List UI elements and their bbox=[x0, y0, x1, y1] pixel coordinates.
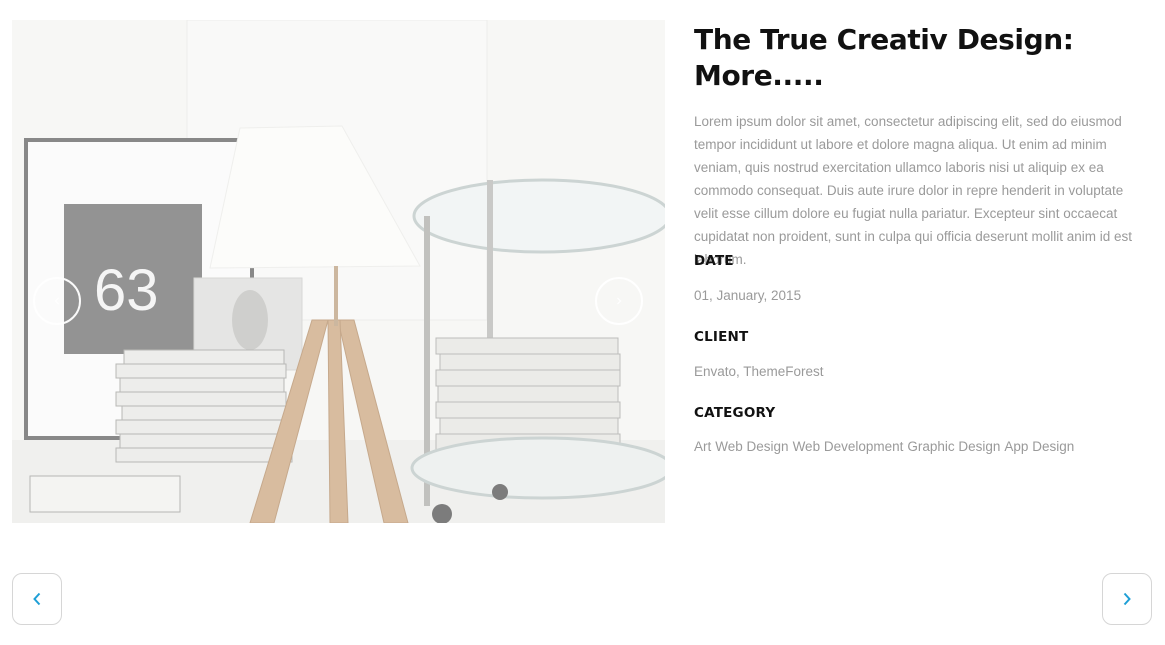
chevron-right-icon bbox=[1123, 592, 1131, 606]
client-label: CLIENT bbox=[694, 329, 749, 345]
category-tag[interactable]: Graphic Design bbox=[907, 439, 1000, 454]
previous-project-button[interactable] bbox=[12, 573, 62, 625]
project-title: The True Creativ Design: More..... bbox=[694, 23, 1074, 92]
category-label: CATEGORY bbox=[694, 405, 776, 421]
project-details: The True Creativ Design: More..... Lorem… bbox=[694, 22, 1149, 271]
slider-next-button[interactable] bbox=[595, 277, 643, 325]
category-tag[interactable]: App Design bbox=[1004, 439, 1074, 454]
date-label: DATE bbox=[694, 253, 734, 269]
chevron-right-icon bbox=[617, 297, 622, 305]
project-photo: 63 bbox=[12, 20, 665, 523]
project-image-slider[interactable]: 63 bbox=[12, 20, 665, 523]
category-tag[interactable]: Art bbox=[694, 439, 711, 454]
date-value: 01, January, 2015 bbox=[694, 288, 802, 303]
next-project-button[interactable] bbox=[1102, 573, 1152, 625]
chevron-left-icon bbox=[54, 297, 59, 305]
category-tag[interactable]: Web Design bbox=[715, 439, 788, 454]
category-list: Art Web Design Web Development Graphic Desi… bbox=[694, 439, 1078, 454]
category-tag[interactable]: Web Development bbox=[793, 439, 904, 454]
slider-prev-button[interactable] bbox=[33, 277, 81, 325]
client-value: Envato, ThemeForest bbox=[694, 364, 824, 379]
project-description: Lorem ipsum dolor sit amet, consectetur … bbox=[694, 114, 1133, 267]
chevron-left-icon bbox=[33, 592, 41, 606]
